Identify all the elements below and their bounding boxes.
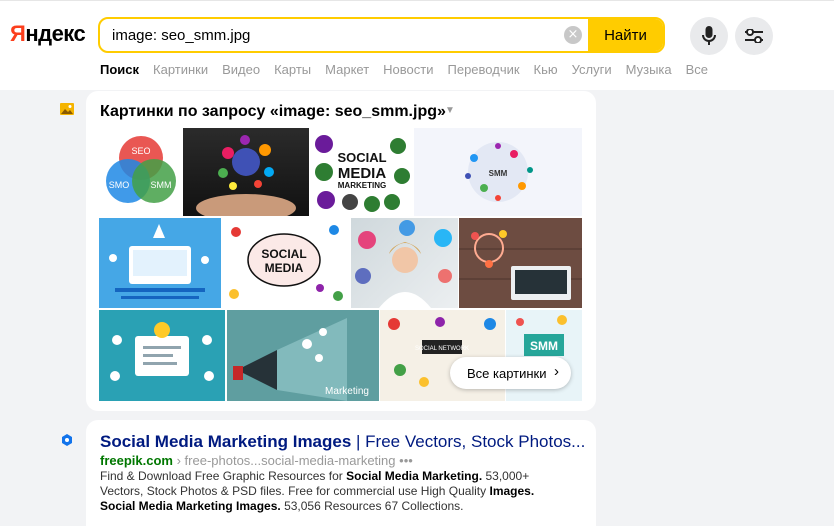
chevron-right-icon: › [554, 363, 559, 380]
megaphone-marketing: Marketing [325, 386, 369, 397]
snippet-part-4: 53,056 Resources 67 Collections. [280, 499, 464, 513]
yandex-logo[interactable]: Яндекс [10, 21, 86, 47]
snippet-bold-3: Social Media Marketing Images. [100, 499, 281, 513]
tab-search[interactable]: Поиск [100, 62, 139, 84]
search-nav: Поиск Картинки Видео Карты Маркет Новост… [100, 62, 722, 84]
venn-label-seo: SEO [131, 146, 150, 156]
teal-illustration [110, 322, 214, 381]
sketch-media: MEDIA [265, 261, 304, 275]
tab-images[interactable]: Картинки [153, 62, 208, 84]
social-word: SOCIAL [337, 150, 386, 165]
tab-all[interactable]: Все [686, 62, 708, 84]
freepik-favicon-icon [62, 434, 72, 446]
sliders-icon [745, 29, 763, 43]
tab-news[interactable]: Новости [383, 62, 433, 84]
logo-rest: ндекс [25, 21, 86, 46]
smm-text-graphic: SOCIAL MEDIA MARKETING [315, 135, 410, 212]
tab-maps[interactable]: Карты [274, 62, 311, 84]
header: Яндекс × Найти Поиск Картинки Видео Карт… [0, 0, 834, 90]
image-thumb-woman-icons[interactable] [351, 218, 458, 308]
venn-diagram: SEO SMO SMM [106, 136, 176, 203]
images-block-icon [60, 103, 74, 115]
result-title-link[interactable]: Social Media Marketing Images | Free Vec… [100, 432, 585, 452]
smm-tile-label: SMM [530, 339, 558, 353]
smm-cloud-label: SMM [489, 169, 508, 178]
image-thumb-teal-person[interactable] [99, 310, 225, 401]
image-thumb-hands-icons[interactable] [183, 128, 309, 216]
more-options-icon[interactable]: ••• [399, 453, 413, 468]
image-thumb-social-media-sketch[interactable]: SOCIAL MEDIA [222, 218, 350, 308]
search-result: Social Media Marketing Images | Free Vec… [86, 420, 596, 526]
network-label: SOCIAL NETWORK [415, 346, 469, 352]
image-thumb-smm-cloud[interactable]: SMM [414, 128, 582, 216]
rocket-illustration [109, 224, 209, 299]
voice-search-button[interactable] [690, 17, 728, 55]
search-input[interactable] [112, 19, 552, 51]
image-thumb-laptop-wood[interactable] [459, 218, 582, 308]
smm-icon-cloud: SMM [465, 142, 533, 202]
snippet-bold-2: Images. [489, 484, 535, 498]
result-snippet: Find & Download Free Graphic Resources f… [100, 469, 550, 514]
sketch-social: SOCIAL [261, 247, 306, 261]
tab-video[interactable]: Видео [222, 62, 260, 84]
hands-illustration [196, 135, 296, 216]
search-button[interactable]: Найти [588, 19, 663, 51]
all-images-button[interactable]: Все картинки › [450, 357, 571, 389]
tab-translate[interactable]: Переводчик [448, 62, 520, 84]
images-block-title[interactable]: Картинки по запросу «image: seo_smm.jpg» [100, 103, 446, 121]
snippet-part-1: Find & Download Free Graphic Resources f… [100, 469, 347, 483]
all-images-label: Все картинки [467, 365, 547, 381]
result-url[interactable]: freepik.com › free-photos...social-media… [100, 453, 413, 468]
dropdown-arrow-icon[interactable]: ▼ [445, 105, 455, 116]
result-title-rest: | Free Vectors, Stock Photos... [351, 432, 586, 451]
laptop-illustration [459, 230, 582, 300]
sketch-illustration: SOCIAL MEDIA [229, 225, 343, 301]
search-box: × Найти [98, 17, 665, 53]
marketing-word: MARKETING [338, 181, 386, 190]
microphone-icon [702, 26, 716, 45]
result-path: › free-photos...social-media-marketing [172, 453, 396, 468]
venn-label-smm: SMM [151, 180, 172, 190]
snippet-bold-1: Social Media Marketing. [346, 469, 483, 483]
result-domain: freepik.com [100, 453, 173, 468]
tab-q[interactable]: Кью [534, 62, 558, 84]
image-thumb-blue-rocket[interactable] [99, 218, 221, 308]
image-thumb-megaphone[interactable]: Marketing [227, 310, 379, 401]
result-title-bold: Social Media Marketing Images [100, 432, 352, 451]
tab-market[interactable]: Маркет [325, 62, 369, 84]
image-thumb-venn[interactable]: SEO SMO SMM [99, 128, 182, 216]
tab-services[interactable]: Услуги [572, 62, 612, 84]
media-word: MEDIA [338, 165, 387, 182]
images-block: Картинки по запросу «image: seo_smm.jpg»… [86, 91, 596, 411]
image-thumb-social-media-marketing[interactable]: SOCIAL MEDIA MARKETING [310, 128, 413, 216]
clear-icon[interactable]: × [564, 26, 582, 44]
tab-music[interactable]: Музыка [626, 62, 672, 84]
megaphone-illustration: Marketing [233, 318, 369, 401]
woman-photo [355, 220, 452, 308]
search-settings-button[interactable] [735, 17, 773, 55]
venn-label-smo: SMO [109, 180, 130, 190]
